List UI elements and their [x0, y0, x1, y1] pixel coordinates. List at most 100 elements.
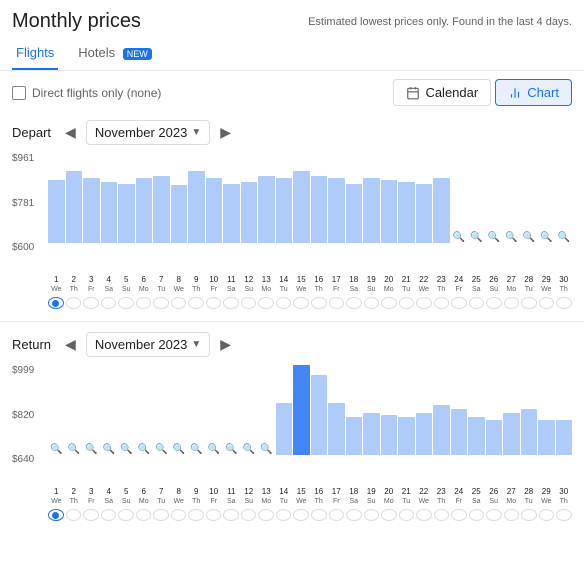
- radio-dot[interactable]: [258, 509, 274, 521]
- bar[interactable]: [48, 180, 65, 243]
- radio-dot[interactable]: [153, 297, 169, 309]
- depart-month-select[interactable]: November 2023 ▼: [86, 120, 210, 145]
- bar[interactable]: [521, 409, 538, 455]
- radio-dot[interactable]: [188, 509, 204, 521]
- bar[interactable]: [363, 178, 380, 243]
- bar[interactable]: [468, 417, 485, 455]
- bar[interactable]: [451, 409, 468, 455]
- bar[interactable]: [346, 184, 363, 243]
- radio-dot[interactable]: [364, 297, 380, 309]
- radio-dot[interactable]: [293, 509, 309, 521]
- bar[interactable]: [241, 182, 258, 243]
- radio-dot[interactable]: [171, 297, 187, 309]
- radio-dot[interactable]: [469, 297, 485, 309]
- bar[interactable]: [83, 178, 100, 243]
- bar[interactable]: [556, 420, 573, 455]
- radio-dot[interactable]: [329, 297, 345, 309]
- radio-dot[interactable]: [241, 297, 257, 309]
- tab-flights[interactable]: Flights: [12, 37, 58, 70]
- radio-dot[interactable]: [311, 509, 327, 521]
- radio-dot[interactable]: [346, 297, 362, 309]
- bar[interactable]: [503, 413, 520, 455]
- bar[interactable]: 🔍: [206, 441, 223, 455]
- bar[interactable]: 🔍: [48, 441, 65, 455]
- radio-dot[interactable]: [504, 509, 520, 521]
- bar[interactable]: [276, 178, 293, 243]
- bar[interactable]: [311, 375, 328, 455]
- bar[interactable]: 🔍: [521, 229, 538, 243]
- radio-dot[interactable]: [101, 509, 117, 521]
- bar[interactable]: [153, 176, 170, 243]
- bar[interactable]: [258, 176, 275, 244]
- depart-next-arrow[interactable]: ▶: [216, 122, 235, 143]
- radio-dot[interactable]: [521, 509, 537, 521]
- bar[interactable]: 🔍: [171, 441, 188, 455]
- radio-dot[interactable]: [311, 297, 327, 309]
- radio-dot[interactable]: [258, 297, 274, 309]
- chart-button[interactable]: Chart: [495, 79, 572, 106]
- bar[interactable]: [433, 405, 450, 455]
- tab-hotels[interactable]: Hotels NEW: [74, 37, 155, 70]
- bar[interactable]: 🔍: [188, 441, 205, 455]
- bar[interactable]: [206, 178, 223, 243]
- radio-dot[interactable]: [469, 509, 485, 521]
- radio-dot[interactable]: [416, 509, 432, 521]
- calendar-button[interactable]: Calendar: [393, 79, 491, 106]
- bar[interactable]: 🔍: [258, 441, 275, 455]
- radio-dot[interactable]: [434, 297, 450, 309]
- radio-dot[interactable]: [539, 509, 555, 521]
- bar[interactable]: [328, 403, 345, 455]
- bar[interactable]: 🔍: [451, 229, 468, 243]
- radio-dot[interactable]: [434, 509, 450, 521]
- radio-dot[interactable]: [486, 297, 502, 309]
- radio-dot[interactable]: [101, 297, 117, 309]
- bar[interactable]: 🔍: [538, 229, 555, 243]
- radio-dot[interactable]: [556, 297, 572, 309]
- radio-dot[interactable]: [556, 509, 572, 521]
- bar[interactable]: [66, 171, 83, 243]
- bar[interactable]: 🔍: [118, 441, 135, 455]
- bar[interactable]: [398, 417, 415, 455]
- radio-dot[interactable]: [241, 509, 257, 521]
- radio-dot[interactable]: [399, 509, 415, 521]
- depart-prev-arrow[interactable]: ◀: [61, 122, 80, 143]
- bar[interactable]: [328, 178, 345, 243]
- bar[interactable]: [118, 184, 135, 243]
- bar[interactable]: [136, 178, 153, 243]
- bar[interactable]: 🔍: [486, 229, 503, 243]
- bar[interactable]: [416, 413, 433, 455]
- bar[interactable]: [293, 171, 310, 243]
- radio-dot[interactable]: [364, 509, 380, 521]
- checkbox-box[interactable]: [12, 86, 26, 100]
- radio-dot[interactable]: [83, 297, 99, 309]
- bar[interactable]: 🔍: [101, 441, 118, 455]
- bar[interactable]: [486, 420, 503, 455]
- return-month-select[interactable]: November 2023 ▼: [86, 332, 210, 357]
- radio-dot[interactable]: [329, 509, 345, 521]
- bar[interactable]: [293, 365, 310, 455]
- bar[interactable]: [363, 413, 380, 455]
- bar[interactable]: [398, 182, 415, 243]
- bar[interactable]: [223, 184, 240, 243]
- direct-flights-checkbox[interactable]: Direct flights only (none): [12, 86, 161, 100]
- bar[interactable]: [433, 178, 450, 243]
- bar[interactable]: [538, 420, 555, 455]
- bar[interactable]: 🔍: [241, 441, 258, 455]
- radio-dot[interactable]: [118, 509, 134, 521]
- bar[interactable]: [188, 171, 205, 243]
- bar[interactable]: [416, 184, 433, 243]
- radio-dot[interactable]: [381, 297, 397, 309]
- radio-dot[interactable]: [118, 297, 134, 309]
- radio-dot[interactable]: [293, 297, 309, 309]
- radio-dot[interactable]: [346, 509, 362, 521]
- bar[interactable]: 🔍: [136, 441, 153, 455]
- radio-dot[interactable]: [48, 297, 64, 309]
- bar[interactable]: 🔍: [556, 229, 573, 243]
- radio-dot[interactable]: [48, 509, 64, 521]
- radio-dot[interactable]: [188, 297, 204, 309]
- radio-dot[interactable]: [486, 509, 502, 521]
- radio-dot[interactable]: [399, 297, 415, 309]
- radio-dot[interactable]: [223, 297, 239, 309]
- radio-dot[interactable]: [504, 297, 520, 309]
- radio-dot[interactable]: [171, 509, 187, 521]
